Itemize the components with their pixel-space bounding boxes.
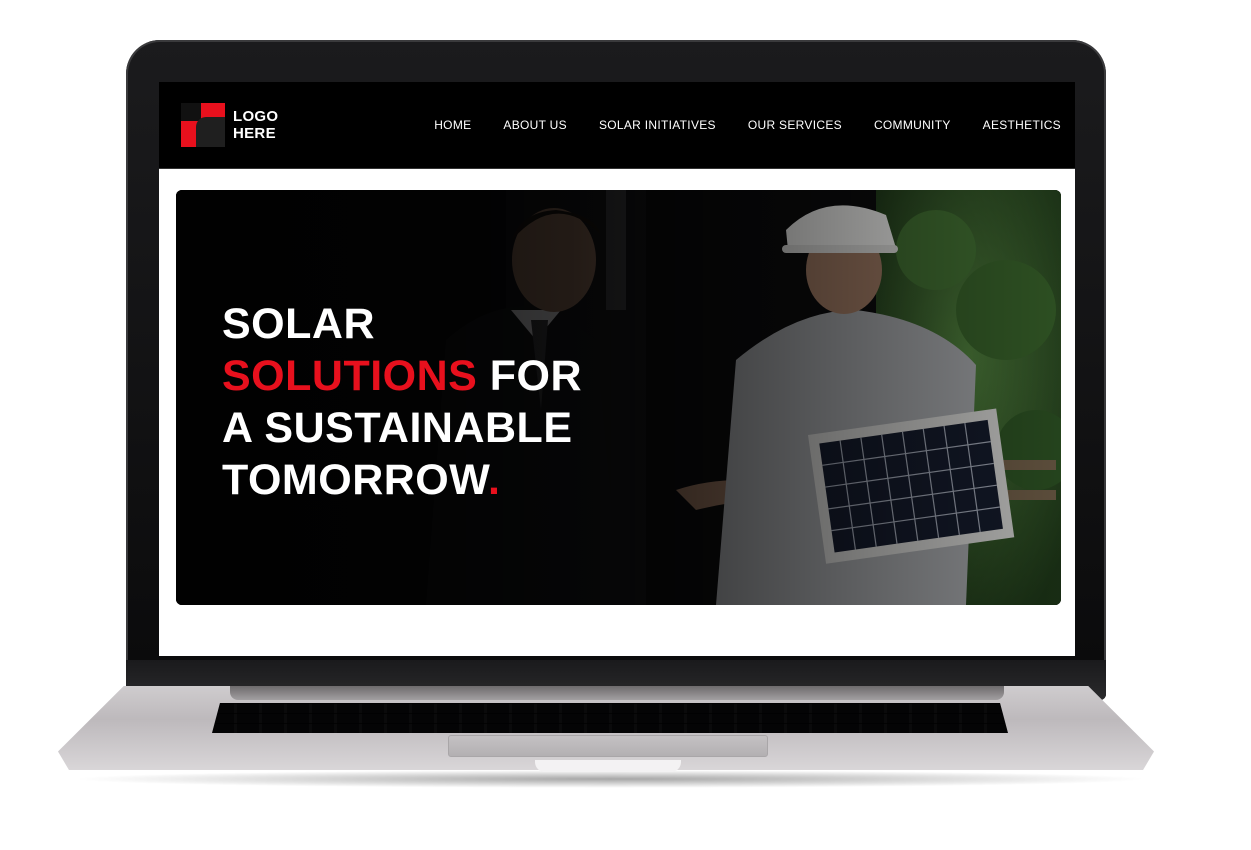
logo-mark-icon [181,103,225,147]
nav-about-us[interactable]: ABOUT US [503,118,567,132]
nav-home[interactable]: HOME [434,118,471,132]
logo-text: LOGO HERE [233,108,278,142]
hero-line-4: TOMORROW [222,456,488,504]
hero-line-3: A SUSTAINABLE [222,404,573,452]
hero-banner: SOLAR SOLUTIONS FOR A SUSTAINABLE TOMORR… [176,190,1061,605]
site-header: LOGO HERE HOME ABOUT US SOLAR INITIATIVE… [159,82,1075,169]
laptop-trackpad [448,735,768,757]
nav-community[interactable]: COMMUNITY [874,118,951,132]
nav-our-services[interactable]: OUR SERVICES [748,118,842,132]
hero-line-4-dot: . [487,456,501,504]
nav-aesthetics[interactable]: AESTHETICS [983,118,1061,132]
logo-line-1: LOGO [233,108,279,125]
laptop-screen: LOGO HERE HOME ABOUT US SOLAR INITIATIVE… [159,82,1075,656]
laptop-hinge [230,686,1004,700]
laptop-shadow [70,770,1150,788]
hero-headline: SOLAR SOLUTIONS FOR A SUSTAINABLE TOMORR… [222,298,582,506]
nav-solar-initiatives[interactable]: SOLAR INITIATIVES [599,118,716,132]
logo[interactable]: LOGO HERE [181,102,291,148]
logo-line-2: HERE [233,125,276,142]
laptop-keyboard [212,703,1008,733]
hero-line-2-accent: SOLUTIONS [222,352,478,400]
hero-line-1: SOLAR [222,300,375,348]
main-nav: HOME ABOUT US SOLAR INITIATIVES OUR SERV… [434,82,1061,168]
hero-line-2-rest: FOR [477,352,583,400]
laptop-front-notch [535,760,681,772]
